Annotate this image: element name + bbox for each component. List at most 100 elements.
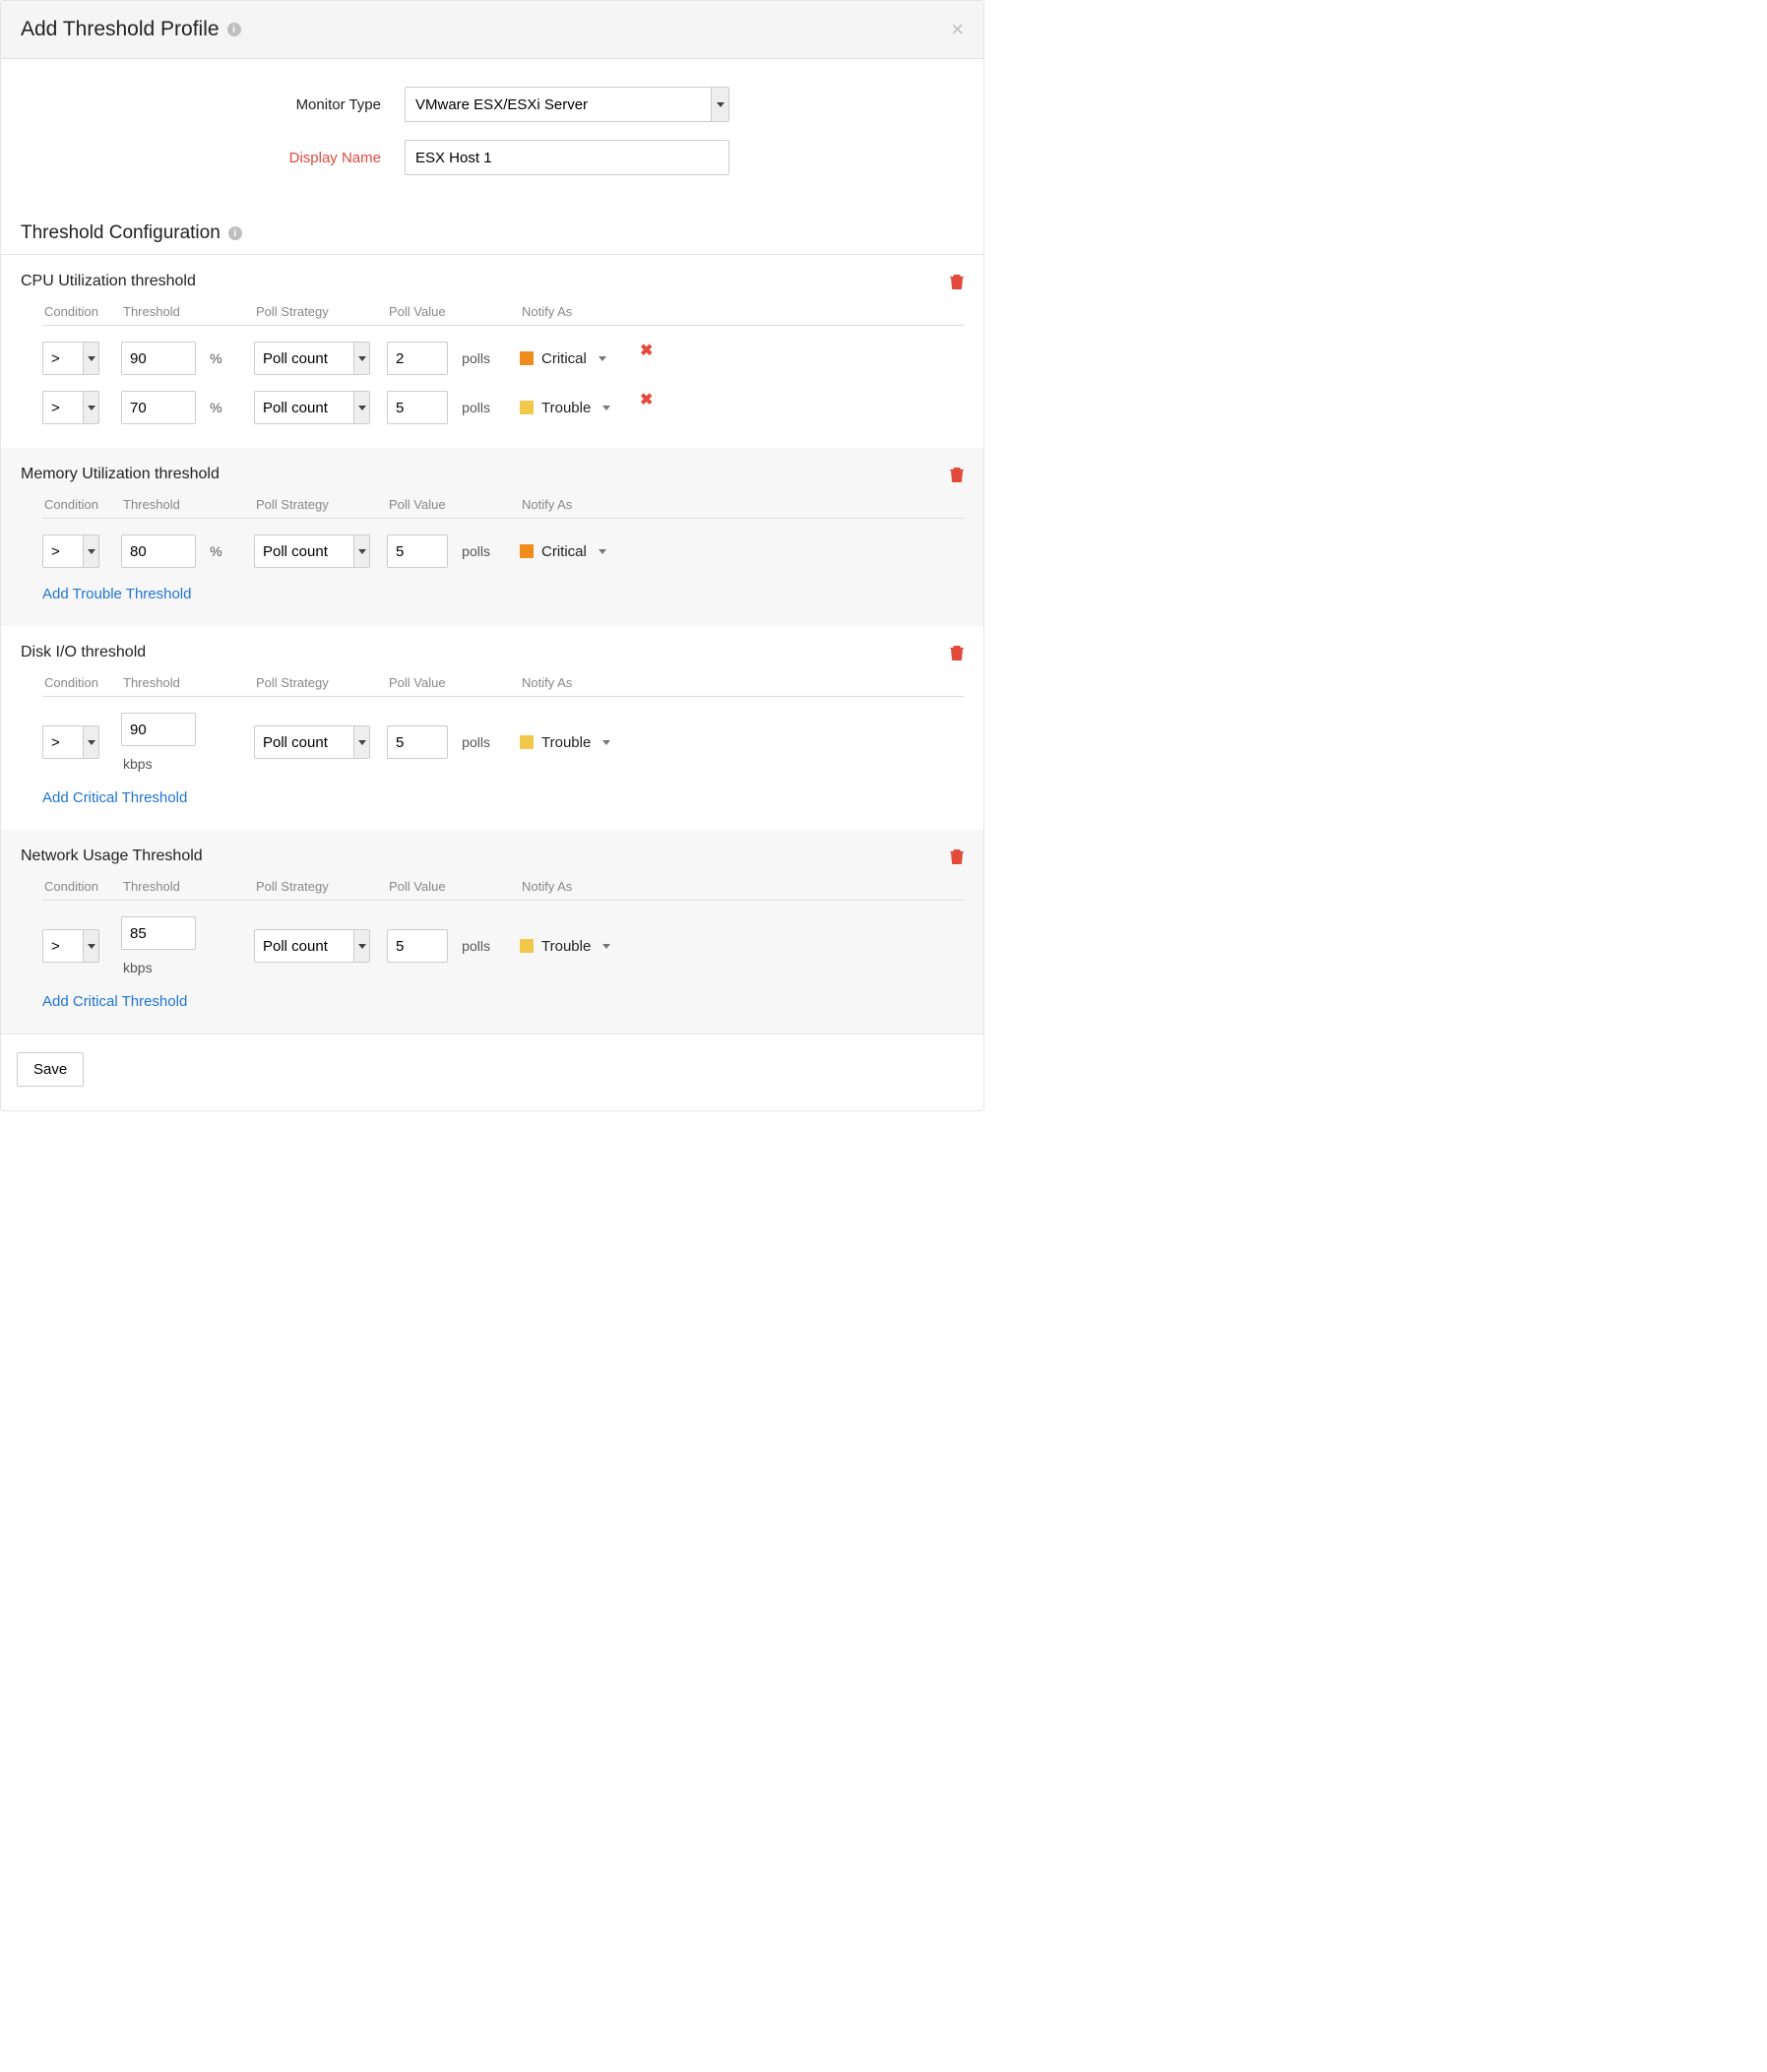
monitor-type-select[interactable]: VMware ESX/ESXi Server [405,87,729,122]
unit-label: polls [462,400,490,415]
delete-icon[interactable] [950,274,964,289]
col-notify-as: Notify As [520,497,618,512]
dialog-title: Add Threshold Profile [21,18,220,41]
col-poll-strategy: Poll Strategy [254,304,387,319]
col-poll-value: Poll Value [387,675,520,690]
unit-label: % [210,400,221,415]
threshold-row: > % Poll count [42,534,618,568]
display-name-label: Display Name [21,150,405,166]
status-swatch [520,735,534,749]
condition-select[interactable]: > [42,534,99,568]
poll-strategy-select[interactable]: Poll count [254,342,370,375]
notify-as-dropdown[interactable]: Critical [520,543,618,560]
disk-threshold-block: Disk I/O threshold Condition Threshold P… [1,626,983,830]
disk-threshold-title: Disk I/O threshold [21,644,146,661]
notify-as-dropdown[interactable]: Critical [520,350,618,367]
add-critical-threshold-link[interactable]: Add Critical Threshold [21,789,187,806]
threshold-input[interactable] [121,391,196,424]
cpu-threshold-title: CPU Utilization threshold [21,273,196,290]
col-threshold: Threshold [121,497,254,512]
condition-select[interactable]: > [42,391,99,424]
unit-label: polls [462,350,490,366]
col-poll-value: Poll Value [387,497,520,512]
status-swatch [520,939,534,953]
save-button[interactable]: Save [17,1052,84,1087]
poll-strategy-select[interactable]: Poll count [254,391,370,424]
condition-select[interactable]: > [42,342,99,375]
poll-value-input[interactable] [387,342,448,375]
status-swatch [520,401,534,414]
dialog-header: Add Threshold Profile i × [1,1,983,59]
poll-value-input[interactable] [387,391,448,424]
col-notify-as: Notify As [520,304,618,319]
threshold-input[interactable] [121,342,196,375]
notify-label: Trouble [541,734,591,751]
poll-value-input[interactable] [387,725,448,759]
cpu-threshold-block: CPU Utilization threshold Condition Thre… [1,255,983,448]
threshold-input[interactable] [121,713,196,746]
notify-as-dropdown[interactable]: Trouble [520,734,618,751]
unit-label: kbps [121,960,254,975]
poll-strategy-select[interactable]: Poll count [254,534,370,568]
remove-row-icon[interactable]: ✖ [640,390,653,409]
threshold-input[interactable] [121,916,196,950]
chevron-down-icon [602,740,610,745]
unit-label: polls [462,543,490,559]
network-threshold-title: Network Usage Threshold [21,848,203,865]
threshold-row: > kbps Poll count [42,713,618,772]
chevron-down-icon [599,549,606,554]
poll-strategy-select[interactable]: Poll count [254,725,370,759]
network-threshold-block: Network Usage Threshold Condition Thresh… [1,830,983,1034]
monitor-type-label: Monitor Type [21,96,405,113]
memory-threshold-title: Memory Utilization threshold [21,466,220,483]
col-poll-strategy: Poll Strategy [254,675,387,690]
notify-as-dropdown[interactable]: Trouble [520,938,618,955]
unit-label: % [210,543,221,559]
condition-select[interactable]: > [42,929,99,963]
notify-label: Trouble [541,400,591,416]
delete-icon[interactable] [950,848,964,864]
notify-as-dropdown[interactable]: Trouble [520,400,618,416]
delete-icon[interactable] [950,645,964,660]
unit-label: polls [462,734,490,750]
status-swatch [520,351,534,365]
condition-select[interactable]: > [42,725,99,759]
poll-value-input[interactable] [387,929,448,963]
col-poll-strategy: Poll Strategy [254,497,387,512]
col-condition: Condition [42,304,121,319]
unit-label: % [210,350,221,366]
threshold-input[interactable] [121,534,196,568]
profile-form: Monitor Type VMware ESX/ESXi Server Disp… [1,59,983,222]
notify-label: Critical [541,543,587,560]
chevron-down-icon [602,406,610,410]
poll-strategy-select[interactable]: Poll count [254,929,370,963]
poll-value-input[interactable] [387,534,448,568]
info-icon[interactable]: i [227,23,241,36]
col-threshold: Threshold [121,879,254,894]
memory-threshold-block: Memory Utilization threshold Condition T… [1,448,983,626]
info-icon[interactable]: i [228,226,242,240]
col-poll-value: Poll Value [387,304,520,319]
threshold-row: > kbps Poll count [42,916,618,975]
section-title: Threshold Configuration [21,222,221,244]
close-icon[interactable]: × [951,17,964,42]
col-notify-as: Notify As [520,675,618,690]
col-condition: Condition [42,879,121,894]
chevron-down-icon [602,944,610,949]
col-poll-value: Poll Value [387,879,520,894]
notify-label: Trouble [541,938,591,955]
col-threshold: Threshold [121,304,254,319]
add-trouble-threshold-link[interactable]: Add Trouble Threshold [21,586,192,602]
display-name-input[interactable] [405,140,729,175]
notify-label: Critical [541,350,587,367]
status-swatch [520,544,534,558]
add-critical-threshold-link[interactable]: Add Critical Threshold [21,993,187,1010]
dialog-footer: Save [1,1034,983,1110]
threshold-row: > % Poll count [42,342,618,375]
col-notify-as: Notify As [520,879,618,894]
delete-icon[interactable] [950,467,964,482]
col-poll-strategy: Poll Strategy [254,879,387,894]
col-condition: Condition [42,675,121,690]
remove-row-icon[interactable]: ✖ [640,341,653,360]
col-threshold: Threshold [121,675,254,690]
